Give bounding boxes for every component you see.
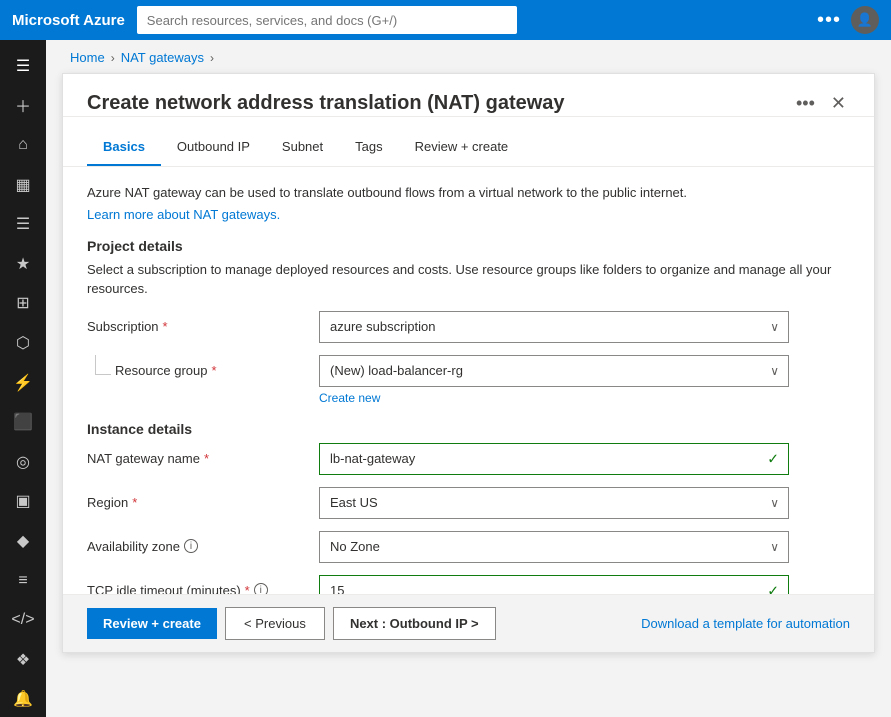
sidebar-diamond-icon[interactable]: ◆ <box>5 523 41 559</box>
sidebar-dashboard-icon[interactable]: ▦ <box>5 167 41 203</box>
top-navigation: Microsoft Azure ••• 👤 <box>0 0 891 40</box>
brand-logo: Microsoft Azure <box>12 12 125 29</box>
dialog-header-actions: ••• ✕ <box>796 90 850 116</box>
sidebar-lightning-icon[interactable]: ⚡ <box>5 365 41 401</box>
nat-gateway-name-label: NAT gateway name * <box>87 443 307 466</box>
sidebar-db-icon[interactable]: ⬛ <box>5 404 41 440</box>
availability-zone-row: Availability zone i No Zone ∨ <box>87 531 850 563</box>
availability-zone-select[interactable]: No Zone <box>319 531 789 563</box>
resource-group-select[interactable]: (New) load-balancer-rg <box>319 355 789 387</box>
subscription-control: azure subscription ∨ <box>319 311 789 343</box>
region-required: * <box>132 495 137 510</box>
instance-details-title: Instance details <box>87 421 850 437</box>
create-new-link[interactable]: Create new <box>319 391 789 405</box>
breadcrumb: Home › NAT gateways › <box>46 40 891 65</box>
dialog-footer: Review + create < Previous Next : Outbou… <box>63 594 874 652</box>
nat-name-valid-icon: ✓ <box>767 450 779 467</box>
form-content: Azure NAT gateway can be used to transla… <box>63 167 874 649</box>
project-details-desc: Select a subscription to manage deployed… <box>87 260 850 299</box>
availability-zone-label: Availability zone i <box>87 531 307 554</box>
review-create-button[interactable]: Review + create <box>87 608 217 639</box>
more-options-icon[interactable]: ••• <box>817 9 841 32</box>
resource-group-select-wrap: (New) load-balancer-rg ∨ <box>319 355 789 387</box>
subscription-select-wrap: azure subscription ∨ <box>319 311 789 343</box>
region-control: East US ∨ <box>319 487 789 519</box>
breadcrumb-sep-1: › <box>111 51 115 65</box>
breadcrumb-home[interactable]: Home <box>70 50 105 65</box>
sidebar-monitor-icon[interactable]: ▣ <box>5 484 41 520</box>
search-input[interactable] <box>137 6 517 34</box>
sidebar-star-icon[interactable]: ★ <box>5 246 41 282</box>
subscription-required: * <box>163 319 168 334</box>
subscription-select[interactable]: azure subscription <box>319 311 789 343</box>
dialog-title: Create network address translation (NAT)… <box>87 92 796 115</box>
breadcrumb-sep-2: › <box>210 51 214 65</box>
sidebar-puzzle-icon[interactable]: ❖ <box>5 642 41 678</box>
region-select-wrap: East US ∨ <box>319 487 789 519</box>
main-layout: ☰ ＋ ⌂ ▦ ☰ ★ ⊞ ⬡ ⚡ ⬛ ◎ ▣ ◆ ≡ </> ❖ 🔔 Home… <box>0 40 891 717</box>
nat-gateway-name-control: ✓ <box>319 443 789 475</box>
next-button[interactable]: Next : Outbound IP > <box>333 607 496 640</box>
sidebar-menu-icon[interactable]: ≡ <box>5 563 41 599</box>
avatar[interactable]: 👤 <box>851 6 879 34</box>
sidebar-plus-icon[interactable]: ＋ <box>5 88 41 124</box>
nat-gateway-name-input[interactable] <box>319 443 789 475</box>
tab-tags[interactable]: Tags <box>339 129 398 166</box>
info-text: Azure NAT gateway can be used to transla… <box>87 183 850 203</box>
tab-basics[interactable]: Basics <box>87 129 161 166</box>
sidebar-bell-icon[interactable]: 🔔 <box>5 682 41 717</box>
close-icon[interactable]: ✕ <box>827 90 850 116</box>
availability-zone-info-icon[interactable]: i <box>184 539 198 553</box>
resource-group-required: * <box>212 363 217 378</box>
sidebar-globe-icon[interactable]: ◎ <box>5 444 41 480</box>
region-select[interactable]: East US <box>319 487 789 519</box>
content-area: Home › NAT gateways › Create network add… <box>46 40 891 717</box>
dialog-ellipsis-icon[interactable]: ••• <box>796 93 815 114</box>
tab-review-create[interactable]: Review + create <box>399 129 525 166</box>
sidebar-grid-icon[interactable]: ⊞ <box>5 286 41 322</box>
sidebar-shield-icon[interactable]: ⬡ <box>5 325 41 361</box>
sidebar-expand[interactable]: ☰ <box>5 48 41 84</box>
download-template-link[interactable]: Download a template for automation <box>641 616 850 631</box>
dialog-panel: Create network address translation (NAT)… <box>62 73 875 653</box>
availability-zone-select-wrap: No Zone ∨ <box>319 531 789 563</box>
resource-group-control: (New) load-balancer-rg ∨ Create new <box>319 355 789 405</box>
sidebar: ☰ ＋ ⌂ ▦ ☰ ★ ⊞ ⬡ ⚡ ⬛ ◎ ▣ ◆ ≡ </> ❖ 🔔 <box>0 40 46 717</box>
sidebar-code-icon[interactable]: </> <box>5 602 41 638</box>
nat-gateway-name-wrap: ✓ <box>319 443 789 475</box>
project-details-title: Project details <box>87 238 850 254</box>
availability-zone-control: No Zone ∨ <box>319 531 789 563</box>
tab-outbound-ip[interactable]: Outbound IP <box>161 129 266 166</box>
sidebar-list-icon[interactable]: ☰ <box>5 206 41 242</box>
resource-group-indent-line <box>95 355 111 375</box>
learn-more-link[interactable]: Learn more about NAT gateways. <box>87 207 280 222</box>
previous-button[interactable]: < Previous <box>225 607 325 640</box>
tab-subnet[interactable]: Subnet <box>266 129 339 166</box>
region-label: Region * <box>87 487 307 510</box>
breadcrumb-nat-gateways[interactable]: NAT gateways <box>121 50 204 65</box>
resource-group-row: Resource group * (New) load-balancer-rg … <box>87 355 850 405</box>
nav-right: ••• 👤 <box>817 6 879 34</box>
subscription-row: Subscription * azure subscription ∨ <box>87 311 850 343</box>
region-row: Region * East US ∨ <box>87 487 850 519</box>
tabs-bar: Basics Outbound IP Subnet Tags Review + … <box>63 129 874 167</box>
sidebar-home-icon[interactable]: ⌂ <box>5 127 41 163</box>
resource-group-label: Resource group * <box>115 355 217 378</box>
subscription-label: Subscription * <box>87 311 307 334</box>
nat-name-required: * <box>204 451 209 466</box>
dialog-header: Create network address translation (NAT)… <box>63 74 874 117</box>
nat-gateway-name-row: NAT gateway name * ✓ <box>87 443 850 475</box>
